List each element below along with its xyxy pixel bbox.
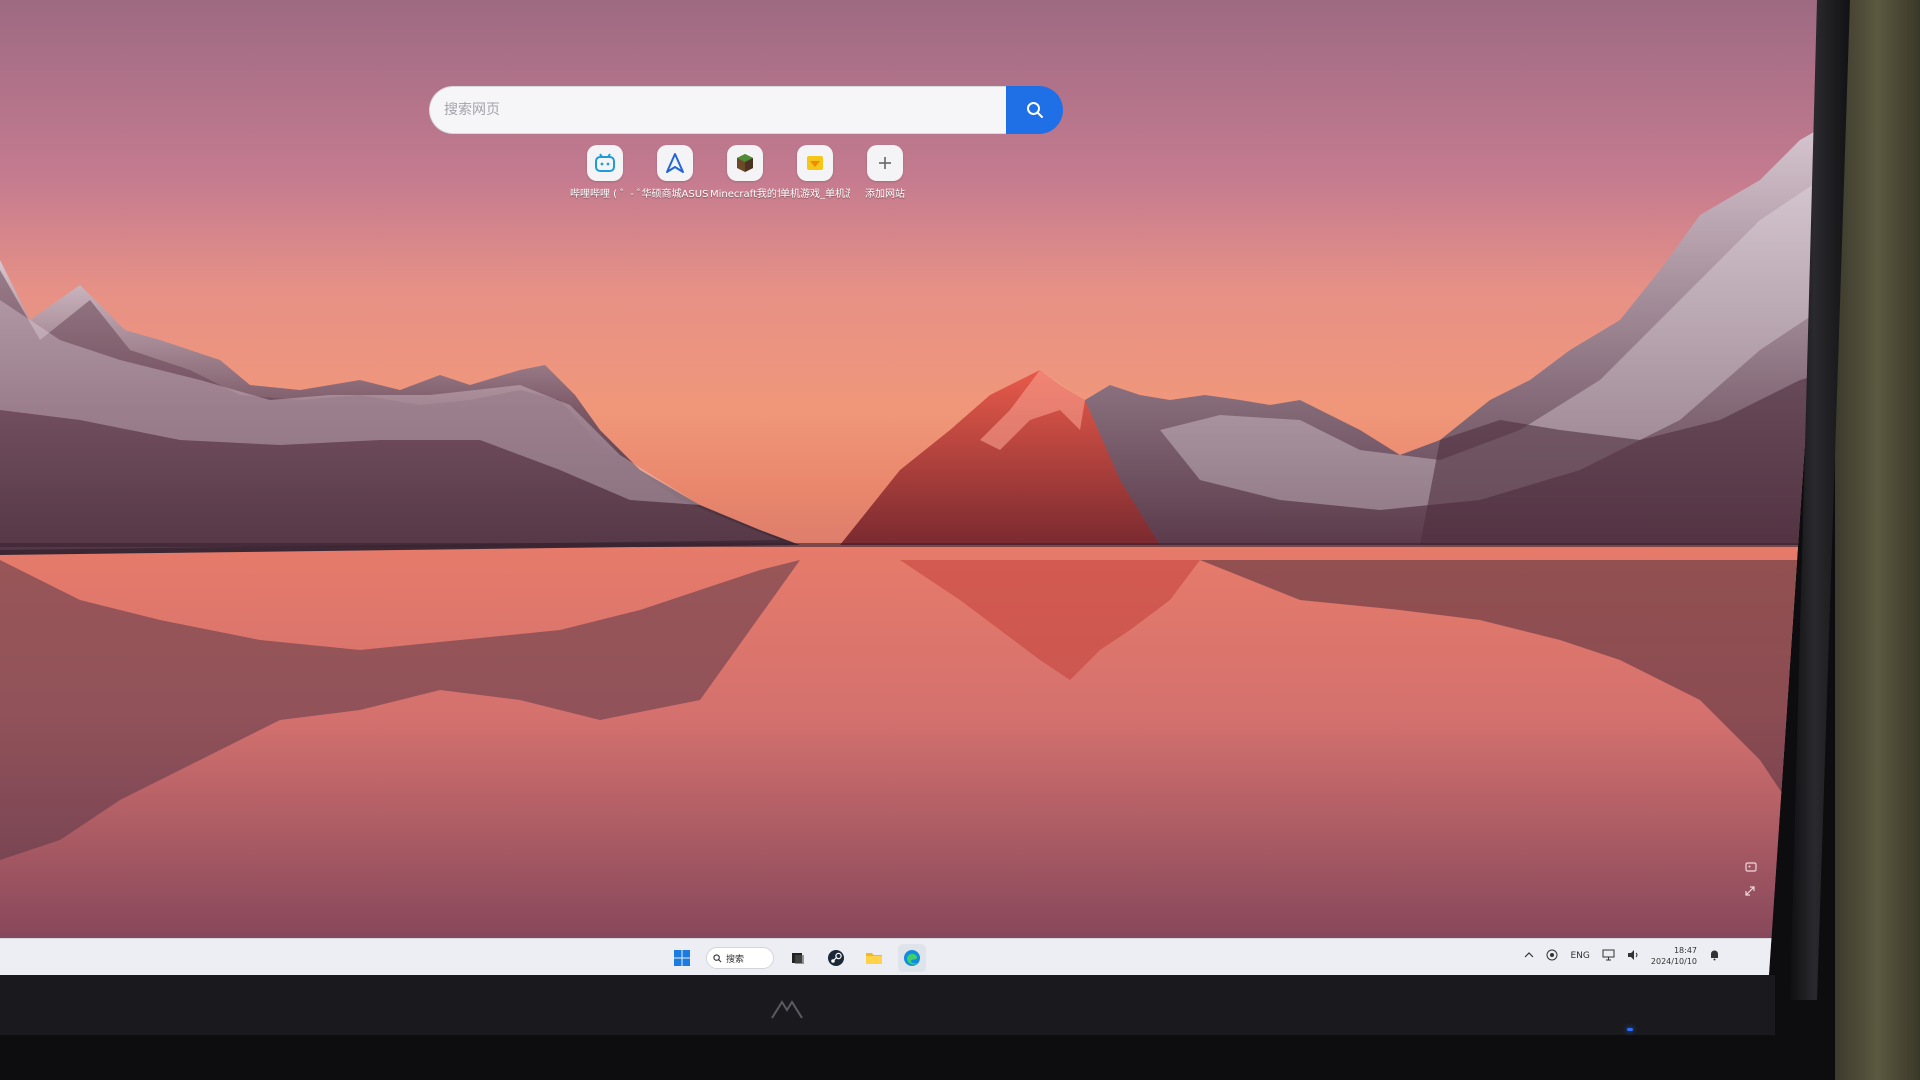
plus-icon — [879, 157, 891, 169]
game-folder-icon — [807, 156, 823, 170]
taskbar-search-label: 搜索 — [726, 954, 745, 965]
taskbar-search-box[interactable]: 搜索 — [706, 947, 774, 969]
steam-button[interactable] — [822, 944, 850, 972]
shortcut-single-player-games[interactable]: 单机游戏_单机游戏 — [780, 145, 850, 200]
monitor-bezel — [0, 975, 1775, 1035]
windows-start-icon — [674, 950, 690, 966]
shortcut-minecraft[interactable]: Minecraft我的世界 — [710, 145, 780, 200]
edge-browser-button[interactable] — [898, 944, 926, 972]
asus-icon — [666, 153, 684, 173]
network-app-icon[interactable] — [1546, 949, 1558, 964]
search-bar — [429, 86, 1063, 136]
taskbar-apps: 搜索 — [668, 944, 926, 972]
system-tray: ENG 18:47 2024/10/10 — [1524, 945, 1720, 967]
monitor-icon[interactable] — [1602, 949, 1615, 964]
taskbar: 搜索 ENG 18:47 2024/10/10 — [0, 938, 1780, 975]
shortcut-asus[interactable]: 华硕商城ASUS — [640, 145, 710, 200]
shortcut-add-site[interactable]: 添加网站 — [850, 145, 920, 200]
search-icon — [1026, 102, 1043, 118]
shortcut-label: 单机游戏_单机游戏 — [780, 189, 850, 200]
clock[interactable]: 18:47 2024/10/10 — [1651, 945, 1697, 967]
volume-icon[interactable] — [1627, 949, 1639, 964]
shortcut-label: 华硕商城ASUS — [641, 189, 709, 200]
input-language[interactable]: ENG — [1570, 951, 1589, 961]
shortcut-grid: 哔哩哔哩 ( ゜- ゜) 华硕商城ASUS Minecraft我的世界 — [570, 145, 920, 200]
shortcut-label: 添加网站 — [865, 189, 905, 200]
clock-date: 2024/10/10 — [1650, 957, 1697, 966]
desktop-screen: 哔哩哔哩 ( ゜- ゜) 华硕商城ASUS Minecraft我的世界 — [0, 0, 1835, 975]
background-wall — [1835, 0, 1920, 1080]
search-input[interactable] — [429, 86, 1006, 134]
task-view-icon — [792, 953, 804, 964]
start-button[interactable] — [668, 944, 696, 972]
shortcut-label: Minecraft我的世界 — [710, 189, 780, 200]
monitor-logo-icon — [770, 1000, 804, 1025]
shortcut-label: 哔哩哔哩 ( ゜- ゜) — [570, 189, 640, 200]
clock-time: 18:47 — [1673, 946, 1697, 955]
task-view-button[interactable] — [784, 944, 812, 972]
search-icon — [713, 953, 722, 962]
shortcut-bilibili[interactable]: 哔哩哔哩 ( ゜- ゜) — [570, 145, 640, 200]
search-button[interactable] — [1006, 86, 1063, 134]
power-led-icon — [1627, 1028, 1633, 1031]
wallpaper-info-icon[interactable] — [1744, 861, 1758, 875]
edge-icon — [904, 950, 920, 966]
file-explorer-button[interactable] — [860, 944, 888, 972]
steam-icon — [828, 950, 844, 966]
notification-bell-icon[interactable] — [1709, 949, 1720, 964]
file-explorer-icon — [866, 953, 882, 964]
bilibili-icon — [595, 153, 615, 172]
minecraft-icon — [737, 154, 753, 172]
chevron-up-icon[interactable] — [1524, 951, 1534, 962]
fullscreen-icon[interactable] — [1743, 885, 1757, 899]
